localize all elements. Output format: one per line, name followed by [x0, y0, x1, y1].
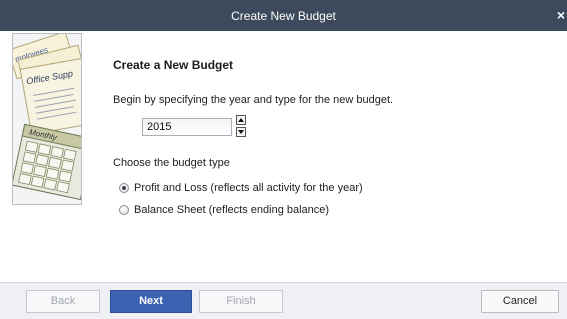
profit-loss-option[interactable]: Profit and Loss (reflects all activity f…	[119, 182, 363, 194]
arrow-up-icon	[238, 118, 244, 122]
window-title: Create New Budget	[231, 9, 336, 23]
budget-illustration: mployees Computers Office Supp Monthly	[12, 33, 82, 205]
year-input[interactable]	[142, 118, 232, 136]
close-icon[interactable]: ×	[557, 7, 565, 23]
year-increment-button[interactable]	[236, 115, 246, 125]
title-bar: Create New Budget ×	[0, 0, 567, 31]
cancel-button[interactable]: Cancel	[481, 290, 559, 313]
profit-loss-label: Profit and Loss (reflects all activity f…	[134, 182, 363, 194]
next-button[interactable]: Next	[110, 290, 192, 313]
back-button[interactable]: Back	[26, 290, 100, 313]
balance-sheet-label: Balance Sheet (reflects ending balance)	[134, 204, 330, 216]
button-bar: Back Next Finish Cancel	[0, 282, 567, 319]
year-decrement-button[interactable]	[236, 127, 246, 137]
arrow-down-icon	[238, 130, 244, 134]
page-title: Create a New Budget	[113, 58, 234, 72]
budget-illustration-image: mployees Computers Office Supp Monthly	[13, 34, 81, 201]
finish-button[interactable]: Finish	[199, 290, 283, 313]
profit-loss-radio[interactable]	[119, 183, 129, 193]
intro-text: Begin by specifying the year and type fo…	[113, 94, 394, 106]
balance-sheet-radio[interactable]	[119, 205, 129, 215]
balance-sheet-option[interactable]: Balance Sheet (reflects ending balance)	[119, 204, 329, 216]
budget-type-label: Choose the budget type	[113, 157, 230, 169]
dialog-content: mployees Computers Office Supp Monthly	[0, 31, 567, 282]
